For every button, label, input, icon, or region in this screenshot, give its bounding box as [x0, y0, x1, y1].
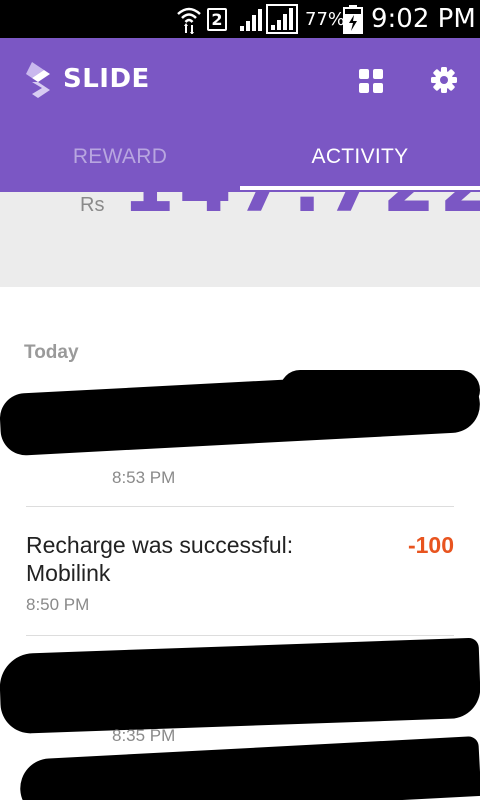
balance-panel: Rs 147.722 [0, 192, 480, 287]
balance-amount: 147.722 [122, 192, 480, 229]
item-time: 8:53 PM [112, 468, 176, 487]
gear-icon[interactable] [430, 66, 458, 94]
sim-2-icon: 2 [207, 0, 227, 38]
clock: 9:02 PM [371, 4, 476, 34]
app-title: SLIDE [63, 64, 150, 94]
signal-icon [266, 0, 298, 38]
wifi-icon [176, 0, 202, 38]
battery-percent: 77% [305, 8, 346, 30]
slide-logo-icon [24, 60, 52, 100]
list-item[interactable]: 8:35 PM [0, 636, 480, 800]
tab-reward[interactable]: REWARD [0, 134, 240, 188]
item-time: 8:35 PM [112, 726, 176, 745]
sim-slot-label: 2 [207, 7, 227, 31]
section-header-today: Today [24, 342, 79, 363]
list-item[interactable]: 8:53 PM [0, 369, 480, 506]
balance-currency: Rs [80, 194, 105, 216]
item-title: Recharge was successful: Mobilink [26, 532, 294, 586]
status-bar: 2 77% 9:02 PM [0, 0, 480, 38]
tab-indicator [240, 186, 480, 190]
item-time: 8:50 PM [26, 595, 90, 614]
list-item[interactable]: Recharge was successful: Mobilink -100 8… [0, 507, 480, 635]
grid-icon[interactable] [358, 68, 384, 94]
item-amount: -100 [407, 532, 454, 558]
battery-charging-icon [343, 0, 363, 38]
redaction-mark [18, 736, 480, 800]
redaction-mark [0, 637, 480, 735]
app-bar: SLIDE REWARD ACTIVITY [0, 38, 480, 192]
tab-activity[interactable]: ACTIVITY [240, 134, 480, 188]
redaction-mark [280, 370, 480, 410]
signal-icon [238, 0, 264, 38]
